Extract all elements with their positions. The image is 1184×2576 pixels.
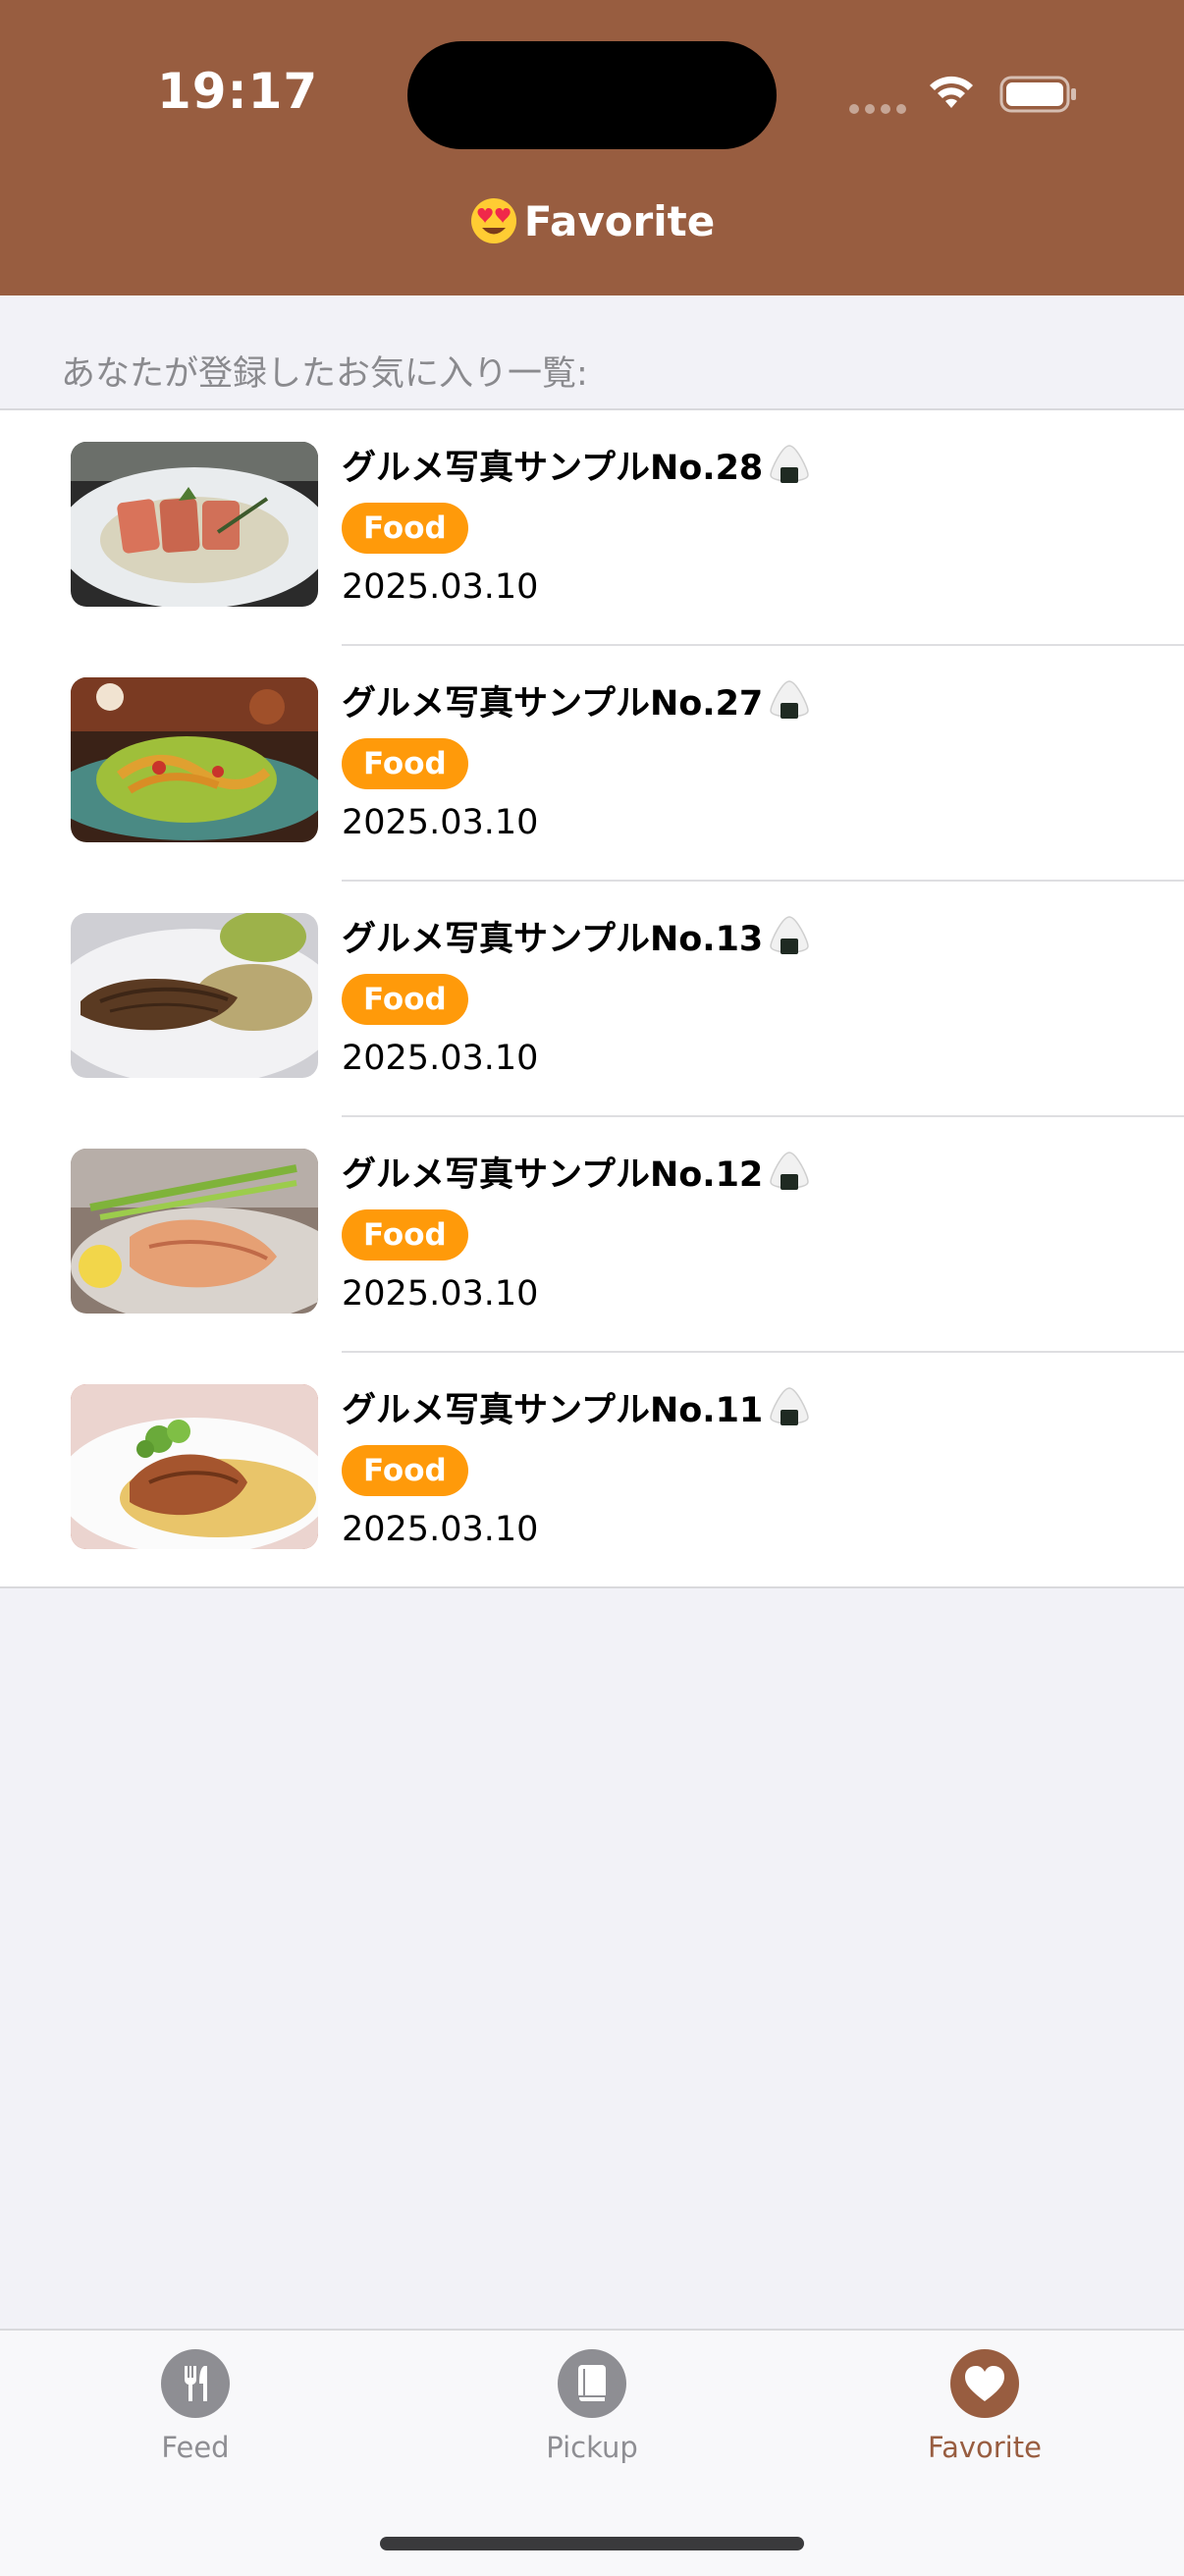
food-thumbnail [71, 442, 318, 607]
page-title: Favorite [0, 196, 1184, 245]
onigiri-icon [770, 445, 810, 483]
item-title: グルメ写真サンプルNo.28 [342, 440, 812, 490]
category-badge: Food [342, 503, 468, 554]
food-thumbnail [71, 913, 318, 1078]
wifi-icon [930, 76, 973, 108]
page-title-text: Favorite [523, 197, 716, 245]
tab-favorite[interactable]: Favorite [867, 2348, 1103, 2464]
item-title: グルメ写真サンプルNo.11 [342, 1382, 812, 1432]
battery-icon [999, 76, 1076, 113]
navigation-header: 19:17 Favorite [0, 0, 1184, 295]
tab-label: Favorite [928, 2431, 1042, 2464]
list-item[interactable]: グルメ写真サンプルNo.13 Food 2025.03.10 [0, 882, 1184, 1117]
food-thumbnail [71, 1384, 318, 1549]
list-item[interactable]: グルメ写真サンプルNo.27 Food 2025.03.10 [0, 646, 1184, 882]
onigiri-icon [770, 680, 810, 719]
cellular-signal-icon [849, 104, 906, 114]
status-time: 19:17 [157, 63, 319, 120]
item-date: 2025.03.10 [342, 1274, 539, 1314]
food-thumbnail [71, 1149, 318, 1314]
heart-icon [950, 2349, 1019, 2418]
item-title: グルメ写真サンプルNo.27 [342, 675, 812, 725]
onigiri-icon [770, 1152, 810, 1190]
item-date: 2025.03.10 [342, 567, 539, 607]
item-title-text: グルメ写真サンプルNo.13 [342, 920, 764, 959]
item-date: 2025.03.10 [342, 1039, 539, 1078]
book-icon [558, 2349, 626, 2418]
tab-label: Feed [161, 2431, 230, 2464]
item-title-text: グルメ写真サンプルNo.28 [342, 449, 764, 488]
heart-eyes-emoji-icon [470, 198, 516, 243]
category-badge: Food [342, 738, 468, 789]
item-date: 2025.03.10 [342, 1510, 539, 1549]
list-item[interactable]: グルメ写真サンプルNo.12 Food 2025.03.10 [0, 1117, 1184, 1353]
item-title-text: グルメ写真サンプルNo.27 [342, 684, 764, 724]
onigiri-icon [770, 916, 810, 954]
food-thumbnail [71, 677, 318, 842]
dynamic-island [407, 41, 777, 149]
category-badge: Food [342, 974, 468, 1025]
list-item[interactable]: グルメ写真サンプルNo.11 Food 2025.03.10 [0, 1353, 1184, 1588]
item-date: 2025.03.10 [342, 803, 539, 842]
section-header: あなたが登録したお気に入り一覧: [61, 354, 588, 394]
favorites-list: グルメ写真サンプルNo.28 Food 2025.03.10 グルメ写真サンプル… [0, 410, 1184, 1588]
tab-feed[interactable]: Feed [78, 2348, 313, 2464]
category-badge: Food [342, 1445, 468, 1496]
item-title-text: グルメ写真サンプルNo.12 [342, 1155, 764, 1195]
fork-knife-icon [161, 2349, 230, 2418]
home-indicator[interactable] [380, 2537, 804, 2550]
item-title: グルメ写真サンプルNo.13 [342, 911, 812, 961]
tab-label: Pickup [546, 2431, 638, 2464]
list-item[interactable]: グルメ写真サンプルNo.28 Food 2025.03.10 [0, 410, 1184, 646]
onigiri-icon [770, 1387, 810, 1425]
item-title-text: グルメ写真サンプルNo.11 [342, 1391, 764, 1430]
category-badge: Food [342, 1209, 468, 1261]
tab-pickup[interactable]: Pickup [474, 2348, 710, 2464]
divider [0, 1586, 1184, 1588]
item-title: グルメ写真サンプルNo.12 [342, 1147, 812, 1197]
